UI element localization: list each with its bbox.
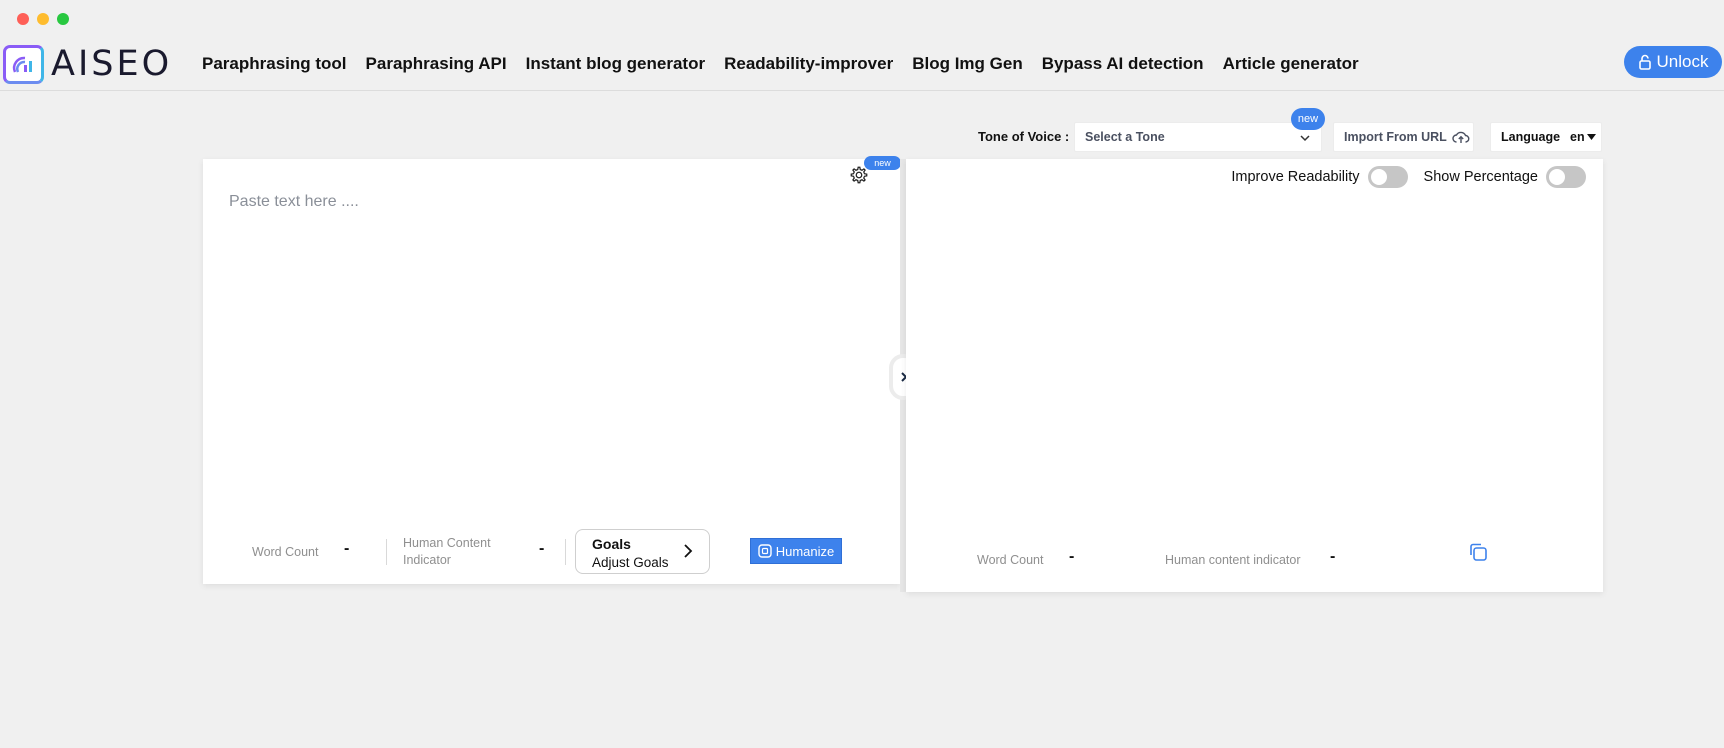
minimize-window-button[interactable] [37, 13, 49, 25]
humanize-icon [758, 544, 772, 558]
word-count-label: Word Count [252, 545, 319, 559]
caret-down-icon [1586, 134, 1596, 140]
nav-instant-blog-generator[interactable]: Instant blog generator [526, 54, 705, 74]
humanize-button[interactable]: Humanize [750, 538, 842, 564]
cloud-upload-icon [1452, 131, 1470, 143]
output-panel: Improve Readability Show Percentage Word… [906, 159, 1603, 592]
nav-readability-improver[interactable]: Readability-improver [724, 54, 893, 74]
footer-divider [565, 539, 566, 565]
output-options: Improve Readability Show Percentage [1231, 166, 1586, 188]
copy-icon[interactable] [1468, 542, 1488, 562]
footer-divider [386, 539, 387, 565]
word-count-value: - [344, 540, 350, 557]
nav-paraphrasing-api[interactable]: Paraphrasing API [366, 54, 507, 74]
window-controls [17, 13, 69, 25]
unlock-button[interactable]: Unlock [1624, 46, 1722, 78]
nav-article-generator[interactable]: Article generator [1223, 54, 1359, 74]
input-footer: Word Count - Human Content Indicator - G… [203, 529, 900, 575]
brand-logo[interactable]: AISEO [3, 44, 172, 84]
tone-of-voice-label: Tone of Voice : [978, 129, 1070, 144]
show-percentage-label: Show Percentage [1423, 169, 1538, 185]
nav-bypass-ai-detection[interactable]: Bypass AI detection [1042, 54, 1204, 74]
nav-blog-img-gen[interactable]: Blog Img Gen [912, 54, 1023, 74]
settings-new-badge: new [864, 156, 901, 170]
tone-new-badge: new [1291, 108, 1325, 130]
import-from-url-button[interactable]: Import From URL [1333, 122, 1474, 152]
chevron-right-icon [684, 544, 693, 558]
output-word-count-value: - [1069, 548, 1075, 565]
show-percentage-toggle[interactable] [1546, 166, 1586, 188]
brand-name: AISEO [51, 44, 173, 84]
goals-button[interactable]: Goals Adjust Goals [575, 529, 710, 574]
output-human-indicator-label: Human content indicator [1165, 553, 1301, 567]
close-window-button[interactable] [17, 13, 29, 25]
import-label: Import From URL [1344, 130, 1447, 144]
chart-logo-icon [3, 44, 44, 84]
human-content-indicator-value: - [539, 540, 545, 557]
unlock-label: Unlock [1656, 52, 1709, 71]
goals-title: Goals [592, 536, 631, 552]
input-textarea[interactable] [229, 193, 849, 493]
top-navbar: AISEO Paraphrasing tool Paraphrasing API… [0, 36, 1724, 91]
input-panel: new Word Count - Human Content Indicator… [203, 156, 901, 584]
language-code: en [1570, 130, 1585, 144]
tone-select-value: Select a Tone [1085, 130, 1165, 144]
humanize-label: Humanize [775, 543, 835, 559]
lock-icon [1638, 54, 1651, 70]
maximize-window-button[interactable] [57, 13, 69, 25]
output-human-indicator-value: - [1330, 548, 1336, 565]
tone-select[interactable]: Select a Tone [1074, 122, 1322, 152]
main-nav: Paraphrasing tool Paraphrasing API Insta… [202, 54, 1359, 74]
language-label: Language [1501, 130, 1561, 144]
chevron-down-icon [1300, 135, 1310, 142]
output-word-count-label: Word Count [977, 553, 1044, 567]
improve-readability-toggle[interactable] [1367, 166, 1408, 188]
language-value: en [1570, 130, 1596, 144]
language-select[interactable]: Language en [1490, 122, 1602, 152]
goals-subtitle: Adjust Goals [592, 555, 669, 570]
nav-paraphrasing-tool[interactable]: Paraphrasing tool [202, 54, 347, 74]
improve-readability-label: Improve Readability [1231, 169, 1360, 185]
human-content-indicator-label: Human Content Indicator [403, 536, 491, 567]
